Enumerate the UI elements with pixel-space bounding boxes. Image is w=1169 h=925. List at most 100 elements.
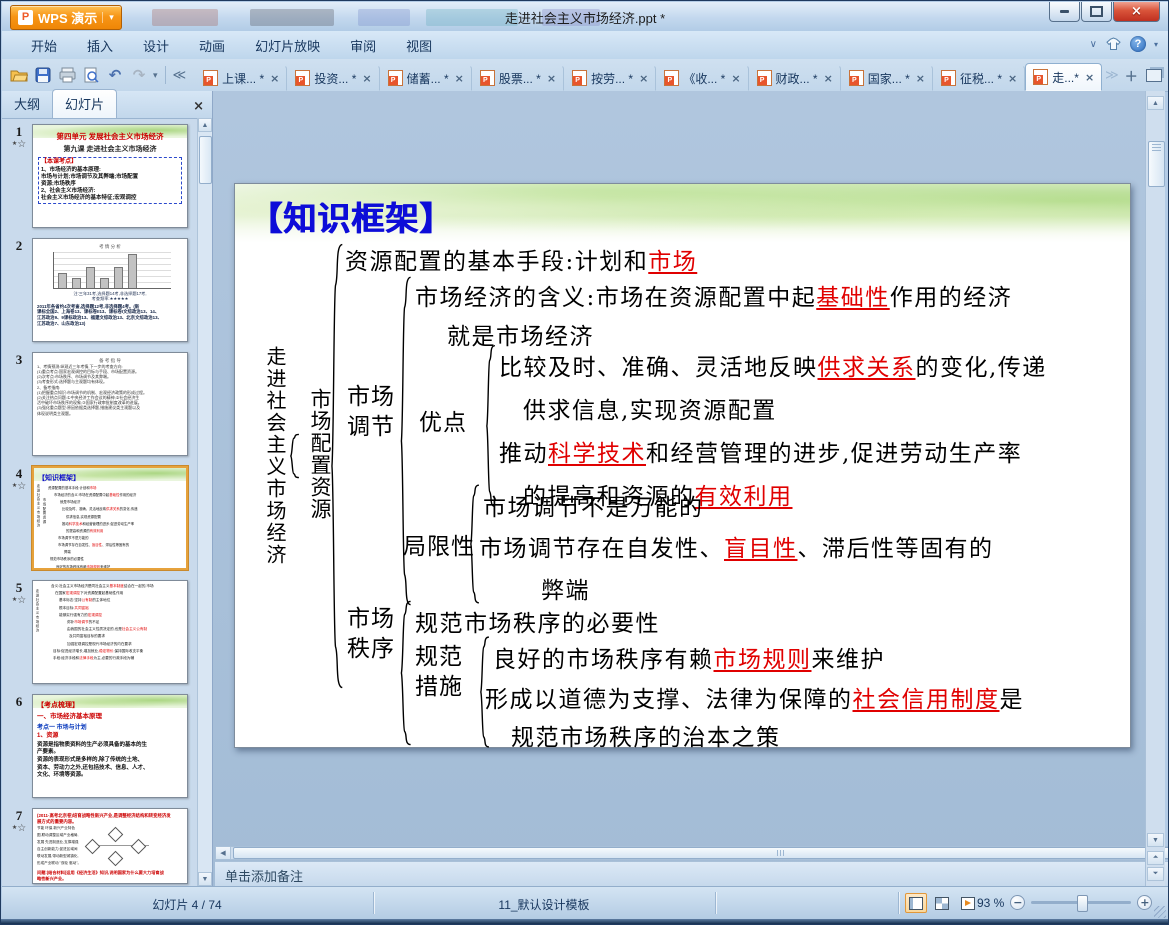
thumbnail-canvas[interactable]: (2011·高考北京卷)培育战略性新兴产业,是调整经济结构和转变经济发 展方式的重… (32, 808, 188, 884)
tab-close-icon[interactable]: × (455, 73, 464, 84)
normal-view-button[interactable] (905, 893, 927, 913)
tab-close-icon[interactable]: × (1085, 72, 1094, 83)
tabs-scroll-right-icon[interactable]: ≫ (1102, 67, 1122, 83)
menu-tab-1[interactable]: 插入 (72, 31, 128, 60)
tab-close-icon[interactable]: × (547, 73, 556, 84)
line-advantage-2a: 推动科学技术和经营管理的进步,促进劳动生产率 (499, 441, 1023, 467)
tab-close-icon[interactable]: × (270, 73, 279, 84)
thumbnail-canvas[interactable]: 【考点梳理】 一、市场经济基本原理 考点一 市场与计划 1、资源 资源是指物质资料的生产… (32, 694, 188, 798)
tab-close-icon[interactable]: × (362, 73, 371, 84)
close-button[interactable]: × (1113, 2, 1160, 22)
maximize-button[interactable] (1081, 2, 1112, 22)
menu-tab-3[interactable]: 动画 (184, 31, 240, 60)
slide-thumbnail-1[interactable]: 1 ★☆ 第四单元 发展社会主义市场经济 第九课 走进社会主义市场经济 【本课考点】 1、… (6, 124, 198, 228)
doc-tab-6[interactable]: P 财政... * × (749, 65, 841, 91)
brace-curly (397, 600, 413, 746)
scrollbar-thumb[interactable] (199, 136, 212, 184)
thumbnail-canvas[interactable]: 考 情 分 析注:三年31考,选择题14考,非选择题17考, 考查频率:★★★★★… (32, 238, 188, 342)
doc-tab-3[interactable]: P 股票... * × (472, 65, 565, 91)
chevron-down-icon[interactable]: ∨ (1090, 39, 1097, 50)
doc-tab-2[interactable]: P 储蓄... * × (380, 65, 472, 91)
slide-sorter-button[interactable] (931, 893, 953, 913)
thumbnail-canvas[interactable]: 【知识框架】 走进社会主义市场经济 市场配置资源 资源配置的基本手段:计划和市场 市场经… (32, 466, 188, 570)
slideshow-button[interactable] (957, 893, 979, 913)
open-file-button[interactable] (8, 63, 30, 87)
tab-close-icon[interactable]: × (916, 73, 925, 84)
redo-button[interactable]: ↷ (128, 63, 150, 87)
tab-close-icon[interactable]: × (731, 73, 740, 84)
panel-close-icon[interactable]: × (193, 100, 204, 113)
print-preview-button[interactable] (80, 63, 102, 87)
doc-tab-8[interactable]: P 征税... * × (933, 65, 1026, 91)
doc-tab-label: 按劳... * (591, 71, 634, 86)
tab-close-icon[interactable]: × (639, 73, 648, 84)
slide-edit-area[interactable]: 【知识框架】 走进社会主义市场经济 市场配置资源 资源配置的基本手段:计划和市场… (213, 91, 1168, 886)
zoom-in-button[interactable]: + (1137, 895, 1153, 910)
slide-thumbnail-2[interactable]: 2 考 情 分 析注:三年31考,选择题14考,非选择题17考, 考查频率:★★★★… (6, 238, 198, 342)
doc-tab-0[interactable]: P 上课... * × (195, 65, 288, 91)
scroll-up-icon[interactable]: ▲ (198, 118, 212, 132)
doc-tabs: P 上课... * × P 投资... * × P 储蓄... * × P 股票... * × P 按劳.… (195, 59, 1103, 91)
scroll-down-icon[interactable]: ▼ (1147, 833, 1164, 847)
undo-button[interactable]: ↶ (104, 63, 126, 87)
minimize-button[interactable] (1049, 2, 1080, 22)
tab-close-icon[interactable]: × (1008, 73, 1017, 84)
tab-close-icon[interactable]: × (824, 73, 833, 84)
doc-tab-1[interactable]: P 投资... * × (287, 65, 380, 91)
slide-number: 2 (15, 238, 23, 253)
thumbnail-canvas[interactable]: 走进社会主义市场经济 含义:社会主义市场经济是同社会主义基本制度结合在一起的,市场… (32, 580, 188, 684)
tab-outline[interactable]: 大纲 (2, 90, 52, 118)
menu-tab-6[interactable]: 视图 (391, 31, 447, 60)
doc-tab-4[interactable]: P 按劳... * × (564, 65, 657, 91)
diagram-root-label: 走进社会主义市场经济 (263, 346, 287, 566)
help-icon[interactable]: ? (1129, 36, 1146, 52)
thumbnail-canvas[interactable]: 第四单元 发展社会主义市场经济 第九课 走进社会主义市场经济 【本课考点】 1、市场经… (32, 124, 188, 228)
toolbar-dropdown-icon[interactable]: ▾ (150, 70, 161, 81)
doc-tab-7[interactable]: P 国家... * × (841, 65, 934, 91)
skin-shirt-icon[interactable] (1105, 36, 1122, 52)
horizontal-scrollbar[interactable]: ◀ ▶ (215, 846, 1168, 860)
doc-tab-9[interactable]: P 走...* × (1025, 63, 1103, 91)
title-bar[interactable]: P WPS 演示 ▾ 走进社会主义市场经济.ppt * × (2, 2, 1168, 31)
menu-tab-5[interactable]: 审阅 (335, 31, 391, 60)
notes-pane[interactable]: 单击添加备注 (215, 861, 1168, 886)
save-button[interactable] (32, 63, 54, 87)
scroll-left-icon[interactable]: ◀ (216, 847, 231, 859)
slide-thumbnail-6[interactable]: 6 【考点梳理】 一、市场经济基本原理 考点一 市场与计划 1、资源 资源是指物质资料的生… (6, 694, 198, 798)
line-measure-2b: 规范市场秩序的治本之策 (511, 725, 781, 751)
help-dropdown-icon[interactable]: ▾ (1154, 40, 1158, 49)
tabs-scroll-left-icon[interactable]: ≪ (170, 67, 190, 83)
tab-slides[interactable]: 幻灯片 (52, 89, 118, 118)
vertical-scrollbar[interactable]: ▲ ▼ ⏶ ⏷ (1145, 91, 1165, 886)
menu-tab-4[interactable]: 幻灯片放映 (240, 31, 335, 60)
zoom-slider[interactable] (1031, 895, 1132, 912)
slide-thumbnail-4[interactable]: 4 ★☆ 【知识框架】 走进社会主义市场经济 市场配置资源 资源配置的基本手段:计划和市场… (6, 466, 198, 570)
slide-thumbnail-3[interactable]: 3 备 考 指 导 1、考情预测:纵观近三年考情,下一步的考查方向: (1)重点考点:… (6, 352, 198, 456)
zoom-out-button[interactable]: − (1010, 895, 1026, 910)
sidebar-scrollbar[interactable]: ▲ ▼ (197, 118, 212, 886)
thumbnail-canvas[interactable]: 备 考 指 导 1、考情预测:纵观近三年考情,下一步的考查方向: (1)重点考点:国… (32, 352, 188, 456)
scrollbar-thumb[interactable] (1148, 141, 1165, 187)
slide-canvas[interactable]: 【知识框架】 走进社会主义市场经济 市场配置资源 资源配置的基本手段:计划和市场… (234, 183, 1131, 751)
slide-thumbnail-7[interactable]: 7 ★☆ (2011·高考北京卷)培育战略性新兴产业,是调整经济结构和转变经济发 展方… (6, 808, 198, 884)
slide-thumbnail-5[interactable]: 5 ★☆ 走进社会主义市场经济 含义:社会主义市场经济是同社会主义基本制度结合在一起的… (6, 580, 198, 684)
new-tab-button[interactable]: ＋ (1122, 66, 1141, 85)
toolbar-separator (164, 66, 166, 84)
doc-tab-5[interactable]: P 《收... * × (656, 65, 749, 91)
ppt-file-icon: P (941, 70, 957, 86)
print-button[interactable] (56, 63, 78, 87)
scrollbar-thumb[interactable] (233, 847, 1168, 859)
resize-grip[interactable] (1154, 906, 1166, 918)
ppt-file-icon: P (387, 70, 403, 86)
previous-slide-button[interactable]: ⏶ (1147, 851, 1164, 865)
arrange-windows-button[interactable] (1143, 63, 1165, 87)
scroll-up-icon[interactable]: ▲ (1147, 96, 1164, 110)
next-slide-button[interactable]: ⏷ (1147, 867, 1164, 881)
menu-tab-2[interactable]: 设计 (128, 31, 184, 60)
scroll-down-icon[interactable]: ▼ (198, 872, 212, 886)
zoom-slider-thumb[interactable] (1077, 895, 1089, 912)
menu-tab-0[interactable]: 开始 (16, 31, 72, 60)
line-order-necessity: 规范市场秩序的必要性 (415, 611, 660, 637)
slide-thumbnail-list[interactable]: 1 ★☆ 第四单元 发展社会主义市场经济 第九课 走进社会主义市场经济 【本课考点】 1、… (2, 118, 198, 886)
slides-panel: 大纲 幻灯片 × 1 ★☆ 第四单元 发展社会主义市场经济 第九课 走进社会主义市场经… (2, 89, 213, 886)
